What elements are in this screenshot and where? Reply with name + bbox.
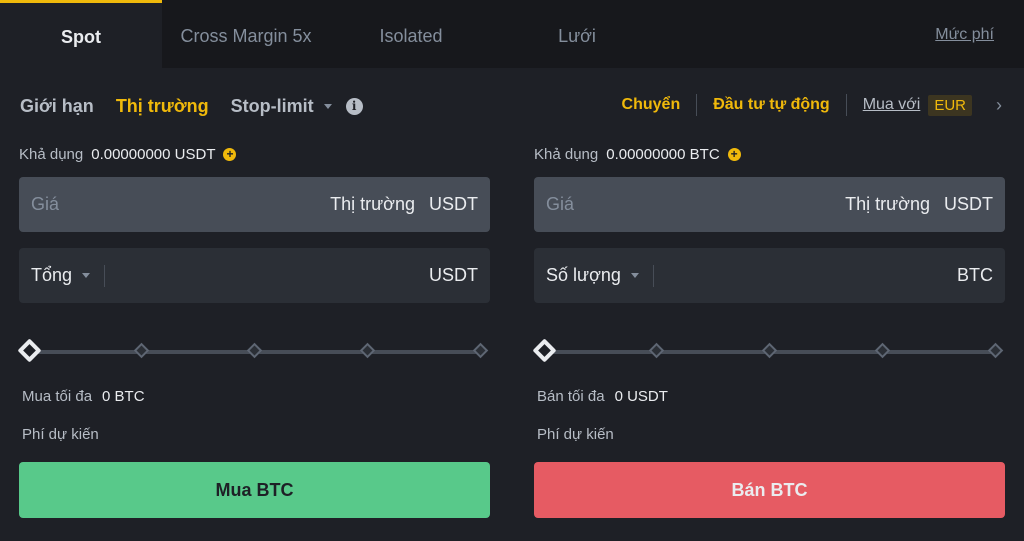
- amount-selector[interactable]: Số lượng: [546, 265, 639, 286]
- available-value: 0.00000000 USDT: [91, 146, 216, 163]
- buy-percent-slider[interactable]: [17, 338, 490, 364]
- slider-tick-25[interactable]: [133, 342, 150, 359]
- price-unit: USDT: [429, 194, 478, 214]
- plus-icon[interactable]: +: [727, 148, 741, 161]
- slider-tick-100[interactable]: [987, 342, 1004, 359]
- chevron-right-icon[interactable]: ›: [996, 95, 1002, 116]
- total-unit: USDT: [429, 265, 478, 285]
- buy-total-field[interactable]: Tổng USDT: [19, 248, 490, 303]
- slider-tick-100[interactable]: [472, 342, 489, 359]
- order-type-selector: Giới hạn Thị trường Stop-limit i: [20, 92, 363, 120]
- buy-price-field[interactable]: Giá Thị trường USDT: [19, 177, 490, 232]
- sell-max-row: Bán tối đa 0 USDT: [537, 388, 668, 405]
- divider: [845, 94, 847, 116]
- fee-link[interactable]: Mức phí: [935, 26, 994, 44]
- buy-with-link[interactable]: Mua với: [863, 96, 921, 114]
- available-label: Khả dụng: [19, 146, 84, 163]
- order-type-market[interactable]: Thị trường: [116, 96, 209, 117]
- sell-percent-slider[interactable]: [532, 338, 1005, 364]
- stop-limit-label: Stop-limit: [230, 95, 314, 116]
- buy-panel: Khả dụng 0.00000000 USDT + Giá Thị trườn…: [17, 140, 490, 520]
- max-buy-value: 0 BTC: [102, 388, 145, 405]
- tab-isolated[interactable]: Isolated: [348, 0, 474, 68]
- buy-max-row: Mua tối đa 0 BTC: [22, 388, 145, 405]
- order-type-limit[interactable]: Giới hạn: [20, 96, 94, 117]
- auto-invest-link[interactable]: Đầu tư tự động: [713, 96, 829, 114]
- header-actions: Chuyển Đầu tư tự động Mua với EUR ›: [622, 92, 1002, 118]
- currency-badge[interactable]: EUR: [928, 94, 972, 116]
- divider: [696, 94, 698, 116]
- transfer-link[interactable]: Chuyển: [622, 96, 681, 114]
- price-placeholder: Giá: [546, 194, 575, 214]
- price-market-value: Thị trường: [330, 194, 415, 214]
- divider: [652, 264, 654, 287]
- buy-fee-row: Phí dự kiến: [22, 426, 109, 443]
- available-value: 0.00000000 BTC: [606, 146, 720, 163]
- slider-tick-75[interactable]: [874, 342, 891, 359]
- estimated-fee-label: Phí dự kiến: [22, 426, 99, 443]
- slider-tick-25[interactable]: [648, 342, 665, 359]
- plus-icon[interactable]: +: [223, 148, 237, 161]
- price-placeholder: Giá: [31, 194, 60, 214]
- chevron-down-icon: [630, 273, 639, 278]
- sell-panel: Khả dụng 0.00000000 BTC + Giá Thị trường…: [532, 140, 1005, 520]
- max-sell-value: 0 USDT: [614, 388, 668, 405]
- max-buy-label: Mua tối đa: [22, 388, 93, 405]
- sell-btc-button[interactable]: Bán BTC: [534, 462, 1005, 518]
- max-sell-label: Bán tối đa: [537, 388, 605, 405]
- slider-tick-50[interactable]: [246, 342, 263, 359]
- total-selector-label: Tổng: [31, 265, 73, 285]
- buy-btc-button[interactable]: Mua BTC: [19, 462, 490, 518]
- price-unit: USDT: [944, 194, 993, 214]
- slider-tick-75[interactable]: [359, 342, 376, 359]
- divider: [104, 264, 106, 287]
- total-selector[interactable]: Tổng: [31, 265, 91, 286]
- chevron-down-icon: [323, 104, 332, 110]
- info-icon[interactable]: i: [345, 97, 363, 115]
- sell-fee-row: Phí dự kiến: [537, 426, 624, 443]
- amount-unit: BTC: [957, 265, 993, 285]
- chevron-down-icon: [82, 273, 91, 278]
- estimated-fee-label: Phí dự kiến: [537, 426, 614, 443]
- order-type-stop-limit[interactable]: Stop-limit: [231, 96, 332, 117]
- sell-price-field[interactable]: Giá Thị trường USDT: [534, 177, 1005, 232]
- slider-thumb[interactable]: [17, 338, 42, 363]
- buy-available: Khả dụng 0.00000000 USDT +: [19, 146, 237, 163]
- tab-spot[interactable]: Spot: [0, 0, 162, 68]
- sell-available: Khả dụng 0.00000000 BTC +: [534, 146, 741, 163]
- price-market-value: Thị trường: [845, 194, 930, 214]
- available-label: Khả dụng: [534, 146, 599, 163]
- trade-tabs: Spot Cross Margin 5x Isolated Lưới Mức p…: [0, 0, 1024, 68]
- tab-grid[interactable]: Lưới: [530, 0, 624, 68]
- sell-amount-field[interactable]: Số lượng BTC: [534, 248, 1005, 303]
- slider-tick-50[interactable]: [761, 342, 778, 359]
- amount-selector-label: Số lượng: [546, 265, 621, 285]
- slider-thumb[interactable]: [532, 338, 557, 363]
- tab-cross-margin[interactable]: Cross Margin 5x: [166, 0, 326, 68]
